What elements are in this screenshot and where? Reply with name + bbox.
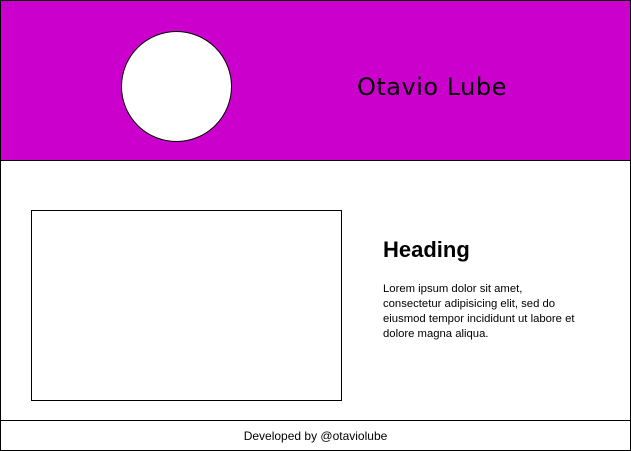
- section-heading: Heading: [383, 237, 470, 262]
- site-name: Otavio Lube: [357, 73, 507, 101]
- nav-bar: [0, 160, 631, 191]
- site-footer: Developed by @otaviolube: [0, 420, 631, 451]
- section-body-text: Lorem ipsum dolor sit amet, consectetur …: [383, 283, 575, 340]
- image-placeholder: [31, 210, 342, 401]
- footer-credit: Developed by @otaviolube: [243, 428, 388, 443]
- avatar: [121, 31, 232, 142]
- site-header: Otavio Lube: [0, 0, 631, 161]
- wireframe-page: Otavio Lube Heading Lorem ipsum dolor si…: [0, 0, 631, 451]
- main-content: Heading Lorem ipsum dolor sit amet, cons…: [0, 190, 631, 421]
